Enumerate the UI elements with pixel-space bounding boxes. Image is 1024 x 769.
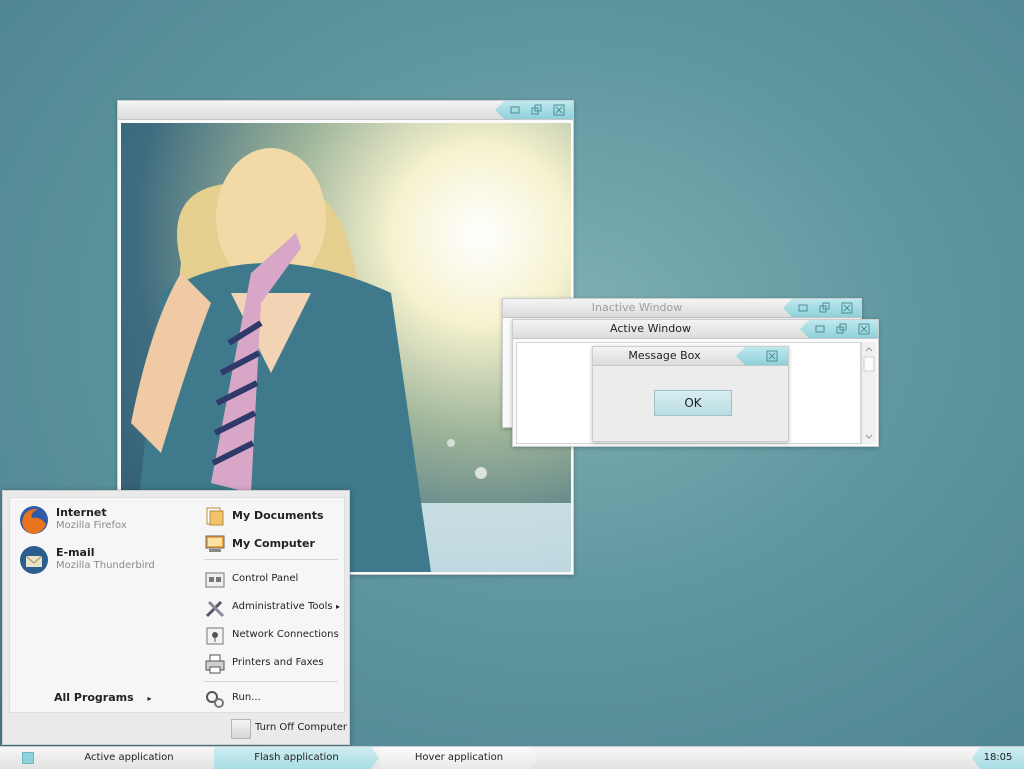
- thunderbird-icon: [18, 544, 50, 576]
- menu-separator: [204, 559, 338, 560]
- vertical-scrollbar[interactable]: [861, 342, 876, 444]
- place-label: Control Panel: [232, 573, 299, 584]
- title-bar[interactable]: Message Box: [593, 347, 788, 366]
- task-label: Hover application: [414, 752, 504, 763]
- title-bar[interactable]: Inactive Window: [503, 299, 861, 318]
- place-printers-and-faxes[interactable]: Printers and Faxes: [204, 653, 344, 675]
- tools-icon: [204, 597, 226, 619]
- place-label: My Documents: [232, 509, 324, 522]
- place-label: Run...: [232, 692, 261, 703]
- taskbar-button-active[interactable]: Active application: [44, 747, 214, 769]
- title-bar[interactable]: Active Window: [513, 320, 878, 339]
- start-menu-panel: Internet Mozilla Firefox E-mail Mozilla …: [9, 497, 345, 713]
- minimize-icon[interactable]: [509, 104, 521, 116]
- place-control-panel[interactable]: Control Panel: [204, 569, 344, 591]
- place-my-documents[interactable]: My Documents: [204, 505, 344, 527]
- place-run[interactable]: Run...: [204, 688, 344, 710]
- message-box-title: Message Box: [628, 349, 701, 362]
- taskbar: Active application Flash application Hov…: [0, 746, 1024, 769]
- close-icon[interactable]: [858, 323, 870, 335]
- menu-separator: [204, 681, 338, 682]
- task-label: Active application: [84, 752, 174, 763]
- taskbar-button-flash[interactable]: Flash application: [214, 747, 379, 769]
- window-title: Active Window: [610, 322, 691, 335]
- start-button[interactable]: [22, 752, 34, 764]
- arrow-right-icon: ▸: [147, 694, 152, 703]
- place-administrative-tools[interactable]: Administrative Tools ▸: [204, 597, 344, 619]
- task-label: Flash application: [254, 752, 339, 763]
- close-icon[interactable]: [841, 302, 853, 314]
- close-icon[interactable]: [766, 350, 778, 362]
- turn-off-computer-button[interactable]: Turn Off Computer: [231, 719, 348, 739]
- printer-icon: [204, 653, 226, 675]
- window-title: Inactive Window: [591, 301, 683, 314]
- restore-icon[interactable]: [819, 302, 831, 314]
- computer-icon: [204, 533, 226, 555]
- start-menu: Internet Mozilla Firefox E-mail Mozilla …: [2, 490, 350, 745]
- firefox-icon: [18, 504, 50, 536]
- pinned-title: Internet: [56, 506, 107, 519]
- restore-icon[interactable]: [836, 323, 848, 335]
- minimize-icon[interactable]: [797, 302, 809, 314]
- system-tray: 18:05: [972, 747, 1024, 769]
- restore-icon[interactable]: [531, 104, 543, 116]
- minimize-icon[interactable]: [814, 323, 826, 335]
- place-my-computer[interactable]: My Computer: [204, 533, 344, 555]
- network-icon: [204, 625, 226, 647]
- place-network-connections[interactable]: Network Connections: [204, 625, 344, 647]
- pinned-title: E-mail: [56, 546, 95, 559]
- run-icon: [204, 688, 226, 710]
- title-bar[interactable]: [118, 101, 573, 120]
- place-label: Network Connections: [232, 629, 339, 640]
- documents-icon: [204, 505, 226, 527]
- ok-button[interactable]: OK: [654, 390, 732, 416]
- place-label: Administrative Tools: [232, 601, 333, 612]
- all-programs-label: All Programs: [54, 691, 134, 704]
- window-controls: [736, 347, 788, 365]
- all-programs-button[interactable]: All Programs ▸: [54, 691, 152, 704]
- power-icon: [231, 719, 251, 739]
- place-label: My Computer: [232, 537, 315, 550]
- message-box[interactable]: Message Box OK: [592, 346, 789, 442]
- close-icon[interactable]: [553, 104, 565, 116]
- window-controls: [495, 101, 573, 119]
- pinned-subtitle: Mozilla Firefox: [56, 520, 127, 531]
- control-panel-icon: [204, 569, 226, 591]
- window-controls: [800, 320, 878, 338]
- clock[interactable]: 18:05: [984, 752, 1013, 763]
- arrow-right-icon: ▸: [336, 602, 341, 611]
- window-controls: [783, 299, 861, 317]
- pinned-internet[interactable]: Internet Mozilla Firefox: [18, 504, 198, 538]
- place-label: Printers and Faxes: [232, 657, 324, 668]
- pinned-email[interactable]: E-mail Mozilla Thunderbird: [18, 544, 198, 578]
- taskbar-button-hover[interactable]: Hover application: [380, 747, 538, 769]
- pinned-subtitle: Mozilla Thunderbird: [56, 560, 155, 571]
- turn-off-label: Turn Off Computer: [255, 722, 348, 733]
- window-title: [118, 101, 483, 119]
